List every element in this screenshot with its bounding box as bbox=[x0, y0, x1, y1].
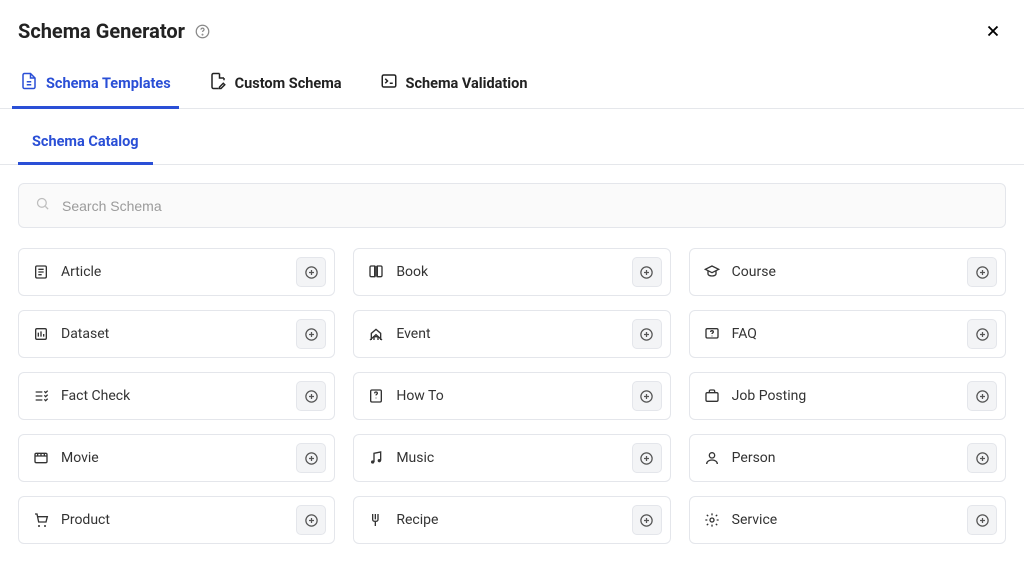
schema-card-faq[interactable]: FAQ bbox=[689, 310, 1006, 358]
search-container bbox=[0, 165, 1024, 242]
schema-card-label: Course bbox=[732, 264, 955, 280]
header: Schema Generator bbox=[0, 0, 1024, 54]
terminal-icon bbox=[380, 72, 398, 94]
dataset-icon bbox=[33, 326, 49, 342]
schema-card-service[interactable]: Service bbox=[689, 496, 1006, 544]
schema-card-recipe[interactable]: Recipe bbox=[353, 496, 670, 544]
schema-card-label: Product bbox=[61, 512, 284, 528]
book-icon bbox=[368, 264, 384, 280]
schema-card-product[interactable]: Product bbox=[18, 496, 335, 544]
person-icon bbox=[704, 450, 720, 466]
schema-card-label: Person bbox=[732, 450, 955, 466]
add-schema-button[interactable] bbox=[296, 257, 326, 287]
schema-card-label: Movie bbox=[61, 450, 284, 466]
add-schema-button[interactable] bbox=[632, 505, 662, 535]
search-input[interactable] bbox=[62, 198, 989, 214]
add-schema-button[interactable] bbox=[967, 319, 997, 349]
add-schema-button[interactable] bbox=[967, 381, 997, 411]
close-button[interactable] bbox=[980, 18, 1006, 44]
page-title: Schema Generator bbox=[18, 19, 185, 43]
schema-card-label: How To bbox=[396, 388, 619, 404]
tab-label: Schema Templates bbox=[46, 75, 171, 92]
schema-card-label: Job Posting bbox=[732, 388, 955, 404]
tab-label: Custom Schema bbox=[235, 75, 342, 92]
schema-card-article[interactable]: Article bbox=[18, 248, 335, 296]
tab-label: Schema Validation bbox=[406, 75, 528, 92]
add-schema-button[interactable] bbox=[967, 505, 997, 535]
main-tabs: Schema Templates Custom Schema Schema Va… bbox=[0, 54, 1024, 109]
sub-tabs: Schema Catalog bbox=[0, 109, 1024, 165]
schema-card-course[interactable]: Course bbox=[689, 248, 1006, 296]
service-icon bbox=[704, 512, 720, 528]
tab-schema-catalog[interactable]: Schema Catalog bbox=[18, 133, 153, 164]
add-schema-button[interactable] bbox=[967, 257, 997, 287]
schema-grid: Article Book Course Dataset Event FAQ Fact Che… bbox=[0, 242, 1024, 544]
factcheck-icon bbox=[33, 388, 49, 404]
faq-icon bbox=[704, 326, 720, 342]
add-schema-button[interactable] bbox=[632, 257, 662, 287]
schema-card-label: Dataset bbox=[61, 326, 284, 342]
tab-schema-templates[interactable]: Schema Templates bbox=[18, 64, 173, 108]
sub-tab-label: Schema Catalog bbox=[32, 133, 139, 150]
schema-card-how-to[interactable]: How To bbox=[353, 372, 670, 420]
schema-card-label: Music bbox=[396, 450, 619, 466]
add-schema-button[interactable] bbox=[296, 443, 326, 473]
add-schema-button[interactable] bbox=[296, 505, 326, 535]
schema-card-movie[interactable]: Movie bbox=[18, 434, 335, 482]
add-schema-button[interactable] bbox=[296, 319, 326, 349]
add-schema-button[interactable] bbox=[632, 443, 662, 473]
search-box[interactable] bbox=[18, 183, 1006, 228]
schema-card-label: Recipe bbox=[396, 512, 619, 528]
document-edit-icon bbox=[209, 72, 227, 94]
schema-card-person[interactable]: Person bbox=[689, 434, 1006, 482]
schema-card-label: Book bbox=[396, 264, 619, 280]
music-icon bbox=[368, 450, 384, 466]
schema-card-book[interactable]: Book bbox=[353, 248, 670, 296]
recipe-icon bbox=[368, 512, 384, 528]
search-icon bbox=[35, 196, 50, 215]
add-schema-button[interactable] bbox=[632, 319, 662, 349]
tab-custom-schema[interactable]: Custom Schema bbox=[207, 64, 344, 108]
schema-card-dataset[interactable]: Dataset bbox=[18, 310, 335, 358]
schema-card-label: Service bbox=[732, 512, 955, 528]
product-icon bbox=[33, 512, 49, 528]
movie-icon bbox=[33, 450, 49, 466]
schema-card-music[interactable]: Music bbox=[353, 434, 670, 482]
add-schema-button[interactable] bbox=[967, 443, 997, 473]
schema-card-job-posting[interactable]: Job Posting bbox=[689, 372, 1006, 420]
schema-card-event[interactable]: Event bbox=[353, 310, 670, 358]
article-icon bbox=[33, 264, 49, 280]
help-icon[interactable] bbox=[195, 24, 210, 39]
event-icon bbox=[368, 326, 384, 342]
job-icon bbox=[704, 388, 720, 404]
add-schema-button[interactable] bbox=[296, 381, 326, 411]
schema-card-label: Event bbox=[396, 326, 619, 342]
tab-schema-validation[interactable]: Schema Validation bbox=[378, 64, 530, 108]
add-schema-button[interactable] bbox=[632, 381, 662, 411]
schema-card-label: FAQ bbox=[732, 326, 955, 342]
schema-card-fact-check[interactable]: Fact Check bbox=[18, 372, 335, 420]
schema-card-label: Article bbox=[61, 264, 284, 280]
document-icon bbox=[20, 72, 38, 94]
schema-card-label: Fact Check bbox=[61, 388, 284, 404]
howto-icon bbox=[368, 388, 384, 404]
course-icon bbox=[704, 264, 720, 280]
